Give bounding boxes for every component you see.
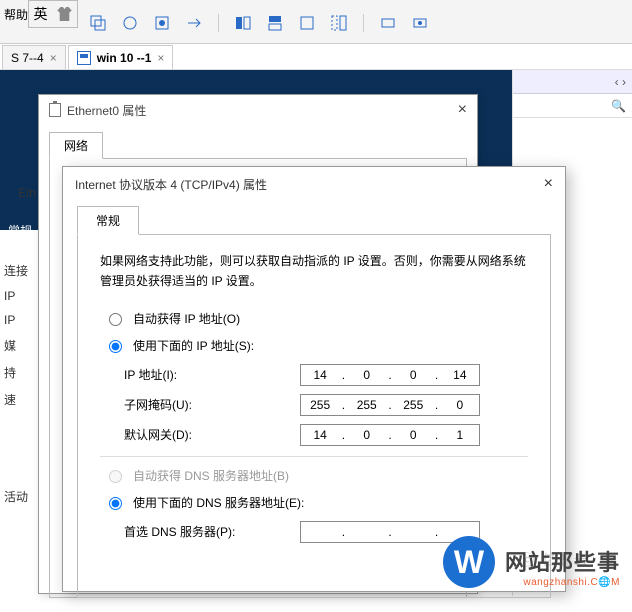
radio-auto-dns-input: [109, 470, 122, 483]
watermark: W 网站那些事 wangzhanshi.C🌐M: [443, 536, 620, 588]
tcpip-tab-general[interactable]: 常规: [77, 206, 139, 235]
ip-octet[interactable]: 14: [303, 368, 337, 382]
gateway-input[interactable]: 14. 0. 0. 1: [300, 424, 480, 446]
subnet-mask-label: 子网掩码(U):: [124, 396, 300, 413]
ip-octet[interactable]: 14: [303, 428, 337, 442]
close-icon[interactable]: ×: [157, 51, 164, 65]
radio-auto-dns-label: 自动获得 DNS 服务器地址(B): [133, 467, 289, 484]
toolbar-divider-2: [363, 14, 364, 32]
subnet-mask-input[interactable]: 255. 255. 255. 0: [300, 394, 480, 416]
tabbar: S 7--4 × win 10 --1 ×: [0, 44, 632, 70]
ip-address-label: IP 地址(I):: [124, 366, 300, 383]
right-search[interactable]: 🔍: [513, 94, 632, 118]
ime-lang: 英: [34, 4, 48, 24]
radio-auto-ip-input[interactable]: [109, 313, 122, 326]
tcpip-title-text: Internet 协议版本 4 (TCP/IPv4) 属性: [75, 176, 267, 193]
ip-octet[interactable]: 0: [350, 368, 384, 382]
ip-octet[interactable]: 0: [396, 368, 430, 382]
radio-use-dns[interactable]: 使用下面的 DNS 服务器地址(E):: [104, 494, 528, 511]
toolbar-btn-2[interactable]: [122, 15, 138, 31]
gateway-label: 默认网关(D):: [124, 426, 300, 443]
radio-use-dns-label: 使用下面的 DNS 服务器地址(E):: [133, 494, 304, 511]
right-header: ‹ ›: [513, 70, 632, 94]
ip-octet[interactable]: 0: [443, 398, 477, 412]
preferred-dns-label: 首选 DNS 服务器(P):: [124, 523, 300, 540]
toolbar-btn-9[interactable]: [380, 15, 396, 31]
eth-tab-network[interactable]: 网络: [49, 132, 103, 159]
tab-label: win 10 --1: [97, 51, 152, 65]
toolbar-icons: [90, 14, 428, 32]
toolbar-btn-6[interactable]: [267, 15, 283, 31]
ethernet-titlebar[interactable]: Ethernet0 属性 ×: [39, 95, 477, 125]
toolbar-btn-5[interactable]: [235, 15, 251, 31]
ip-octet[interactable]: 0: [350, 428, 384, 442]
watermark-line1: 网站那些事: [505, 545, 620, 577]
toolbar-btn-8[interactable]: [331, 15, 347, 31]
tcpip-properties-dialog: Internet 协议版本 4 (TCP/IPv4) 属性 × 常规 如果网络支…: [62, 166, 566, 592]
ip-octet[interactable]: 255: [350, 398, 384, 412]
tab-label: S 7--4: [11, 51, 44, 65]
ip-octet[interactable]: 255: [396, 398, 430, 412]
toolbar-btn-4[interactable]: [186, 15, 202, 31]
radio-auto-ip[interactable]: 自动获得 IP 地址(O): [104, 310, 528, 327]
ip-octet[interactable]: 255: [303, 398, 337, 412]
radio-use-dns-input[interactable]: [109, 497, 122, 510]
radio-use-ip-label: 使用下面的 IP 地址(S):: [133, 337, 254, 354]
ip-octet[interactable]: 1: [443, 428, 477, 442]
close-icon[interactable]: ×: [544, 175, 553, 193]
search-icon: 🔍: [611, 99, 626, 113]
tab-win10[interactable]: win 10 --1 ×: [68, 45, 174, 69]
toolbar-btn-7[interactable]: [299, 15, 315, 31]
chevron-icon[interactable]: ‹ ›: [615, 75, 626, 89]
toolbar-btn-3[interactable]: [154, 15, 170, 31]
close-icon[interactable]: ×: [458, 101, 467, 119]
shirt-icon: [57, 7, 73, 21]
app-toolbar: 帮助(H): [0, 0, 632, 44]
ip-address-input[interactable]: 14. 0. 0. 14: [300, 364, 480, 386]
radio-auto-ip-label: 自动获得 IP 地址(O): [133, 310, 240, 327]
watermark-badge: W: [443, 536, 495, 588]
radio-use-ip-input[interactable]: [109, 340, 122, 353]
toolbar-btn-10[interactable]: [412, 15, 428, 31]
close-icon[interactable]: ×: [50, 51, 57, 65]
ethernet-title-text: Ethernet0 属性: [67, 102, 146, 119]
ip-octet[interactable]: 14: [443, 368, 477, 382]
watermark-line2: wangzhanshi.C🌐M: [505, 577, 620, 588]
ip-octet[interactable]: 0: [396, 428, 430, 442]
adapter-icon: [49, 103, 61, 117]
eth-label-bg: Eth: [18, 186, 36, 200]
radio-auto-dns: 自动获得 DNS 服务器地址(B): [104, 467, 528, 484]
tcpip-titlebar[interactable]: Internet 协议版本 4 (TCP/IPv4) 属性 ×: [63, 167, 565, 201]
toolbar-divider-1: [218, 14, 219, 32]
toolbar-btn-1[interactable]: [90, 15, 106, 31]
divider: [100, 456, 528, 457]
ime-badge: 英: [28, 0, 78, 28]
radio-use-ip[interactable]: 使用下面的 IP 地址(S):: [104, 337, 528, 354]
disk-icon: [77, 51, 91, 65]
tab-os7[interactable]: S 7--4 ×: [2, 45, 66, 69]
tcpip-description: 如果网络支持此功能，则可以获取自动指派的 IP 设置。否则，你需要从网络系统管理…: [100, 251, 528, 292]
